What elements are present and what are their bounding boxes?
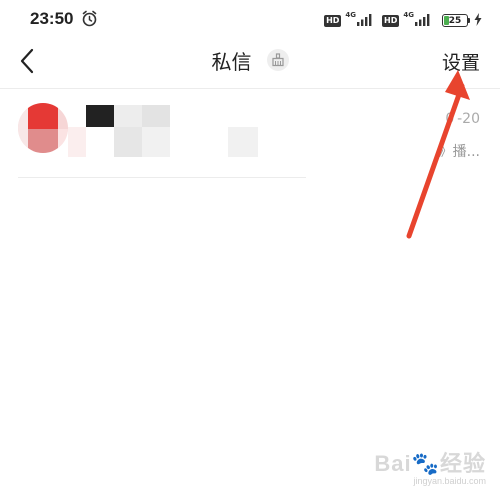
network-type-label: 4G: [403, 10, 414, 19]
settings-button[interactable]: 设置: [442, 48, 480, 75]
conversation-item[interactable]: 0 -20 》播...: [0, 89, 500, 177]
charging-icon: [474, 11, 482, 30]
status-time: 23:50: [30, 9, 74, 28]
network-type-label: 4G: [345, 10, 357, 19]
watermark: Bai🐾经验 jingyan.baidu.com: [374, 446, 486, 486]
paw-icon: 🐾: [411, 451, 440, 476]
clear-unread-button[interactable]: [266, 48, 289, 71]
watermark-brand-text: Bai: [374, 451, 412, 476]
title-area: 私信: [0, 46, 500, 75]
hd-badge: HD: [382, 14, 400, 27]
avatar: [18, 103, 68, 153]
nav-bar: 私信 设置: [0, 38, 500, 88]
hd-badge: HD: [324, 14, 342, 27]
page-title: 私信: [211, 50, 252, 74]
status-bar: 23:50 HD 4G HD 4G 25: [0, 0, 500, 38]
battery-tip: [468, 18, 470, 23]
conversation-date: 0 -20: [445, 111, 480, 127]
battery-level: 25: [448, 15, 462, 26]
alarm-icon: [81, 10, 98, 31]
conversation-preview: 》播...: [438, 144, 480, 160]
status-icons: HD 4G HD 4G 25: [324, 11, 482, 30]
watermark-brand: Bai🐾经验: [374, 446, 486, 478]
signal-icon: [414, 11, 432, 30]
conversation-divider: [18, 177, 306, 178]
broom-icon: [271, 52, 284, 66]
battery-indicator: 25: [442, 14, 468, 27]
watermark-brand-suffix: 经验: [439, 451, 486, 476]
signal-icon: [356, 11, 374, 30]
